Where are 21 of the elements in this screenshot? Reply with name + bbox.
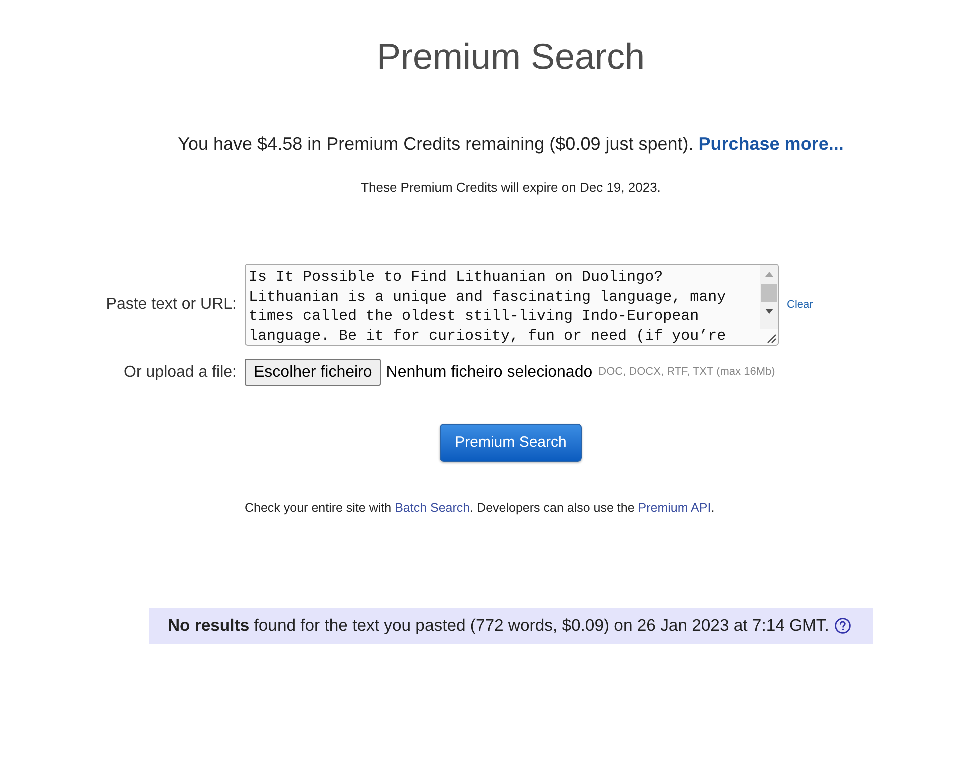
file-status: Nenhum ficheiro selecionado: [386, 362, 593, 382]
help-icon[interactable]: [835, 618, 852, 634]
text-area[interactable]: Is It Possible to Find Lithuanian on Duolingo? Lithuanian is a unique and fascinating language, many times called the oldest still-living Indo-European language. Be it for curiosity, fun or need (if you’re: [245, 264, 779, 346]
choose-file-button[interactable]: Escolher ficheiro: [245, 359, 382, 386]
field-label: Paste text or URL:: [105, 295, 237, 315]
field-label: Or upload a file:: [123, 362, 237, 382]
link[interactable]: Batch Search: [395, 501, 470, 515]
link[interactable]: Premium API: [638, 501, 712, 515]
scroll-down-arrow-icon[interactable]: [764, 309, 774, 314]
result-message: No results found for the text you pasted (772 words, $0.09) on 26 Jan 2023 at 7:14 GMT.: [168, 615, 830, 638]
clear-link[interactable]: Clear: [787, 296, 814, 314]
page-title: Premium Search: [376, 35, 646, 79]
resize-grip-icon[interactable]: [767, 334, 776, 343]
scrollbar[interactable]: [760, 265, 778, 329]
file-types-hint: DOC, DOCX, RTF, TXT (max 16Mb): [598, 365, 776, 380]
link[interactable]: Purchase more...: [698, 134, 844, 154]
expiry-note: These Premium Credits will expire on Dec 19, 2023.: [361, 180, 661, 196]
footer-note: Check your entire site with Batch Search. Developers can also use the Premium API.: [245, 501, 715, 515]
scrollbar-thumb[interactable]: [761, 284, 777, 302]
premium-search-button[interactable]: Premium Search: [440, 424, 582, 462]
credits-message: You have $4.58 in Premium Credits remaining ($0.09 just spent). Purchase more...: [178, 134, 844, 154]
